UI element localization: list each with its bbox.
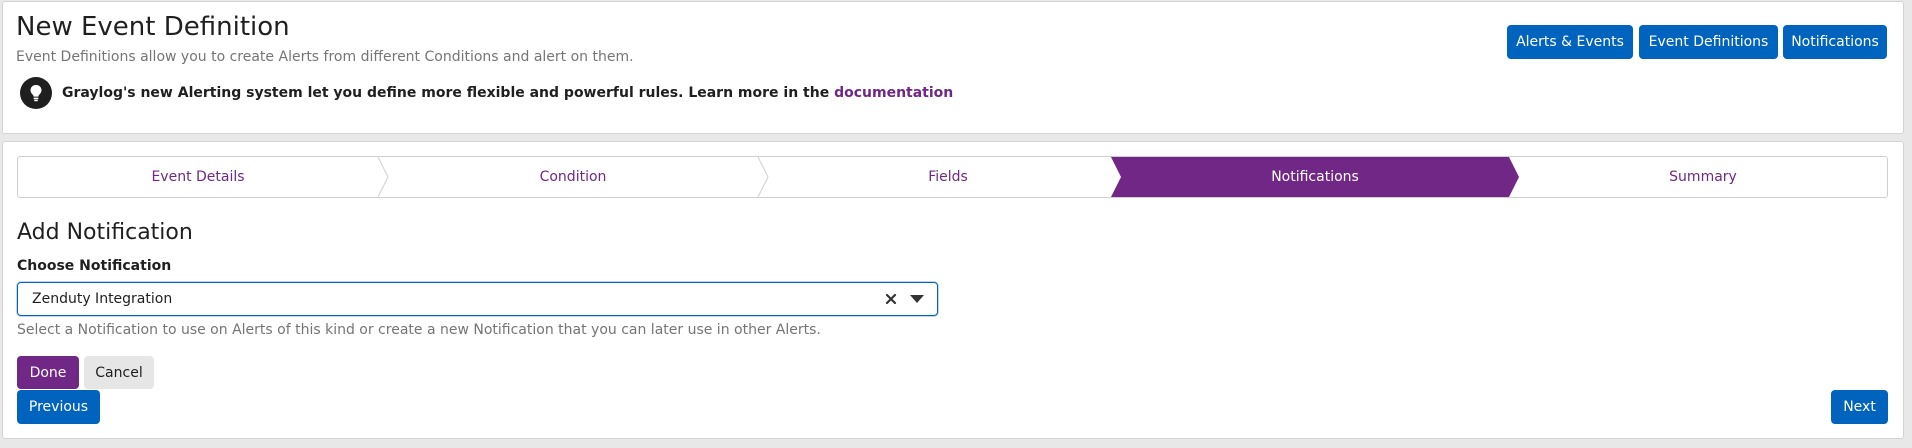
caret-down-icon[interactable]	[905, 289, 929, 309]
step-label: Condition	[539, 169, 607, 185]
wizard-steps: Event Details Condition Fields Notificat…	[17, 156, 1888, 198]
notifications-button[interactable]: Notifications	[1783, 25, 1887, 59]
clear-icon[interactable]	[881, 289, 901, 309]
step-fields[interactable]: Fields	[768, 157, 1128, 197]
alerts-events-button[interactable]: Alerts & Events	[1507, 25, 1633, 59]
step-summary[interactable]: Summary	[1518, 157, 1887, 197]
done-button[interactable]: Done	[17, 356, 79, 389]
tip-text: Graylog's new Alerting system let you de…	[62, 85, 953, 101]
next-button[interactable]: Next	[1831, 390, 1888, 424]
step-event-details[interactable]: Event Details	[18, 157, 378, 197]
step-condition[interactable]: Condition	[388, 157, 758, 197]
step-label: Event Details	[151, 169, 245, 185]
alerting-tip: Graylog's new Alerting system let you de…	[20, 77, 953, 109]
section-title: Add Notification	[17, 220, 193, 245]
tip-message: Graylog's new Alerting system let you de…	[62, 85, 835, 101]
page-description: Event Definitions allow you to create Al…	[16, 49, 634, 65]
selected-notification: Zenduty Integration	[32, 291, 173, 307]
page-title: New Event Definition	[16, 12, 290, 42]
notification-help-text: Select a Notification to use on Alerts o…	[17, 322, 821, 338]
lightbulb-icon	[20, 77, 52, 109]
step-notifications[interactable]: Notifications	[1111, 157, 1519, 197]
step-label: Notifications	[1271, 169, 1359, 185]
cancel-button[interactable]: Cancel	[84, 356, 154, 389]
previous-button[interactable]: Previous	[17, 390, 100, 424]
documentation-link[interactable]: documentation	[834, 85, 953, 101]
event-definitions-button[interactable]: Event Definitions	[1639, 25, 1778, 59]
step-label: Summary	[1669, 169, 1737, 185]
notification-select[interactable]: Zenduty Integration	[17, 282, 938, 316]
choose-notification-label: Choose Notification	[17, 258, 172, 274]
step-label: Fields	[928, 169, 968, 185]
